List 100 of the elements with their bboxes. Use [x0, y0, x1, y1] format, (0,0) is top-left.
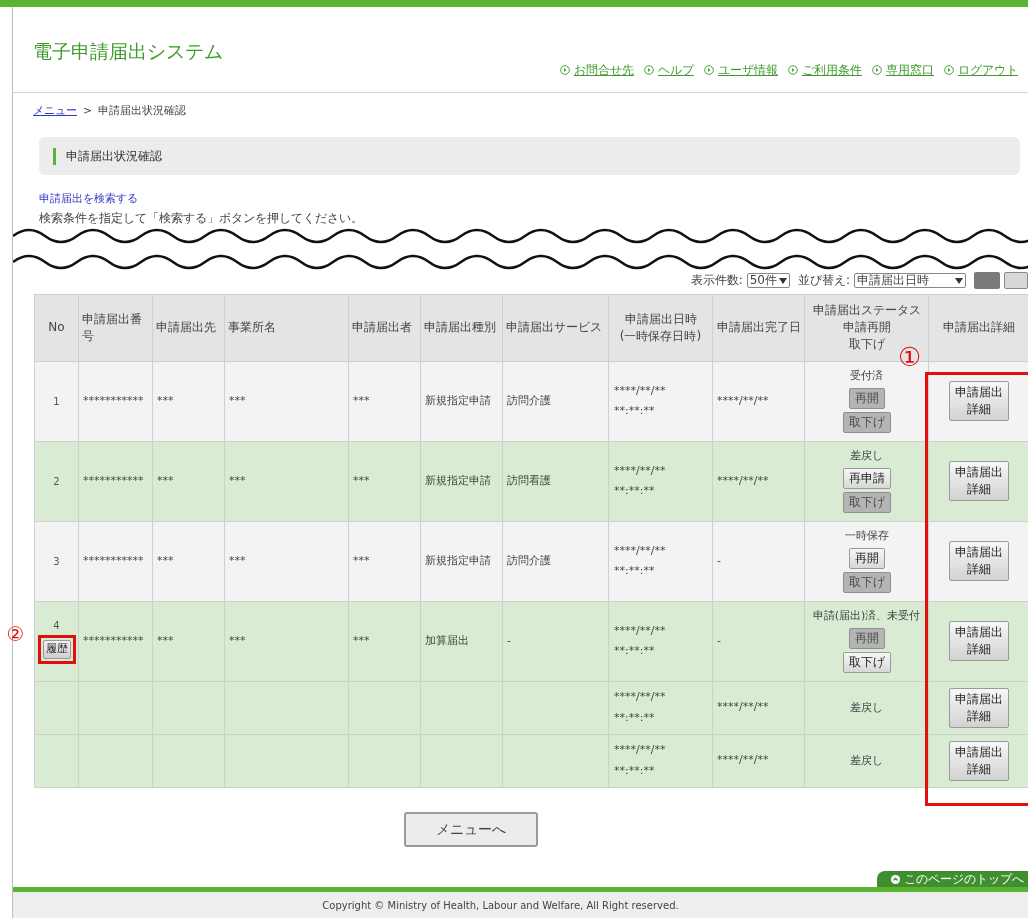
detail-button[interactable]: 申請届出詳細	[948, 381, 1009, 421]
status-text: 差戻し	[849, 699, 884, 716]
table-cell: 新規指定申請	[425, 393, 491, 407]
up-circle-icon	[891, 874, 900, 884]
sort-select[interactable]: 申請届出日時	[854, 273, 966, 288]
table-cell-text: ****/**/**	[614, 542, 667, 559]
table-cell: ***	[353, 393, 370, 407]
table-cell-text: **:**:**	[614, 762, 656, 779]
status-text: 申請(届出)済、未受付	[811, 607, 922, 624]
table-cell: 新規指定申請	[425, 473, 491, 487]
toolbar-button[interactable]	[974, 272, 1000, 289]
column-header: 申請再開	[841, 319, 892, 336]
table-cell-text: **:**:**	[614, 403, 656, 419]
table-cell: ***	[353, 633, 370, 647]
annotation-number: ②	[6, 624, 25, 644]
header-link[interactable]: ご利用条件	[788, 62, 862, 78]
table-cell: ****/**/**	[717, 393, 769, 407]
table-cell: -	[717, 553, 721, 567]
detail-button[interactable]: 申請届出詳細	[948, 740, 1009, 781]
table-cell: ***	[229, 553, 246, 567]
header-link[interactable]: 専用窓口	[872, 62, 934, 78]
table-cell-text: ****/**/**	[614, 622, 667, 639]
table-cell-text: **:**:**	[614, 483, 656, 499]
status-text: 差戻し	[849, 752, 884, 769]
header-link[interactable]: ユーザ情報	[704, 62, 778, 78]
select-value: 申請届出日時	[857, 273, 929, 288]
table-cell: ***	[157, 473, 174, 487]
table-cell: ***********	[83, 473, 144, 487]
column-header: 申請届出種別	[424, 319, 497, 336]
table-cell: ***********	[83, 553, 144, 567]
table-cell: ***	[229, 633, 246, 647]
menu-button[interactable]: メニューへ	[403, 811, 538, 847]
copyright-text: Copyright © Ministry of Health, Labour and Welfare, All Right reserved.	[322, 898, 679, 913]
table-cell-text: ****/**/**	[614, 382, 667, 399]
arrow-circle-icon	[872, 65, 882, 75]
table-cell: ***	[157, 633, 174, 647]
table-cell: 加算届出	[425, 633, 469, 647]
table-cell: 新規指定申請	[425, 553, 491, 567]
caret-icon	[778, 277, 787, 284]
status-text: 差戻し	[849, 447, 884, 464]
table-cell-text: ****/**/**	[614, 742, 667, 758]
arrow-circle-icon	[788, 65, 798, 75]
arrow-circle-icon	[560, 65, 570, 75]
table-cell: ***********	[83, 633, 144, 647]
header-link[interactable]: ヘルプ	[644, 62, 694, 78]
detail-button[interactable]: 申請届出詳細	[948, 461, 1009, 501]
arrow-circle-icon	[704, 65, 714, 75]
table-cell-text: ****/**/**	[614, 462, 667, 479]
annotation-number: ①	[898, 343, 922, 370]
detail-button[interactable]: 申請届出詳細	[948, 687, 1009, 728]
sort-label: 並び替え:	[797, 273, 850, 288]
row-number: 4	[53, 619, 60, 633]
column-header: (一時保存日時)	[618, 327, 703, 345]
table-cell: ***	[353, 553, 370, 567]
count-select[interactable]: 50件	[746, 273, 790, 288]
row-number: 1	[53, 394, 60, 409]
page-top-link[interactable]: このページのトップへ	[877, 871, 1028, 887]
arrow-circle-icon	[944, 65, 954, 75]
table-cell-text: **:**:**	[614, 563, 656, 579]
status-text: 一時保存	[843, 527, 890, 544]
header-link[interactable]: ログアウト	[944, 62, 1018, 78]
status-text: 受付済	[849, 367, 884, 384]
page-title: 申請届出状況確認	[66, 148, 162, 165]
table-cell: ***	[229, 393, 246, 407]
column-header: 申請届出詳細	[941, 319, 1016, 336]
history-button[interactable]: 履歴	[42, 640, 71, 659]
column-header: 申請届出日時	[623, 310, 698, 328]
breadcrumb-separator: >	[83, 102, 93, 119]
table-cell: ***	[229, 473, 246, 487]
table-cell: 訪問介護	[507, 553, 551, 567]
toolbar-button[interactable]	[1004, 272, 1028, 289]
row-action-button[interactable]: 再申請	[842, 467, 891, 489]
column-header: 申請届出完了日	[716, 319, 801, 336]
detail-button[interactable]: 申請届出詳細	[948, 621, 1009, 661]
detail-button[interactable]: 申請届出詳細	[948, 541, 1009, 581]
column-header: No	[47, 319, 66, 336]
table-cell-text: **:**:**	[614, 643, 656, 659]
row-action-button[interactable]: 取下げ	[842, 651, 891, 673]
count-label: 表示件数:	[690, 273, 743, 288]
arrow-circle-icon	[644, 65, 654, 75]
table-cell: 訪問介護	[507, 393, 551, 407]
table-cell: -	[717, 633, 721, 647]
column-header: 取下げ	[847, 336, 886, 353]
table-cell: ***	[157, 393, 174, 407]
header-link[interactable]: お問合せ先	[560, 62, 634, 78]
breadcrumb-link[interactable]: メニュー	[33, 102, 77, 119]
row-action-button[interactable]: 再開	[848, 547, 885, 569]
column-header: 申請届出者	[352, 319, 413, 336]
instructions-text: 検索条件を指定して「検索する」ボタンを押してください。	[39, 210, 364, 226]
search-link[interactable]: 申請届出を検索する	[39, 191, 138, 208]
caret-icon	[955, 277, 963, 284]
table-cell: ****/**/**	[717, 473, 769, 487]
column-header: 申請届出先	[156, 319, 217, 336]
breadcrumb-current: 申請届出状況確認	[98, 102, 187, 119]
table-cell: -	[507, 633, 511, 647]
table-cell-text: **:**:**	[614, 709, 656, 726]
table-cell: ***	[157, 553, 174, 567]
column-header: 申請届出ステータス	[811, 302, 922, 319]
table-cell: 訪問看護	[507, 473, 551, 487]
column-header: 事業所名	[228, 319, 277, 336]
